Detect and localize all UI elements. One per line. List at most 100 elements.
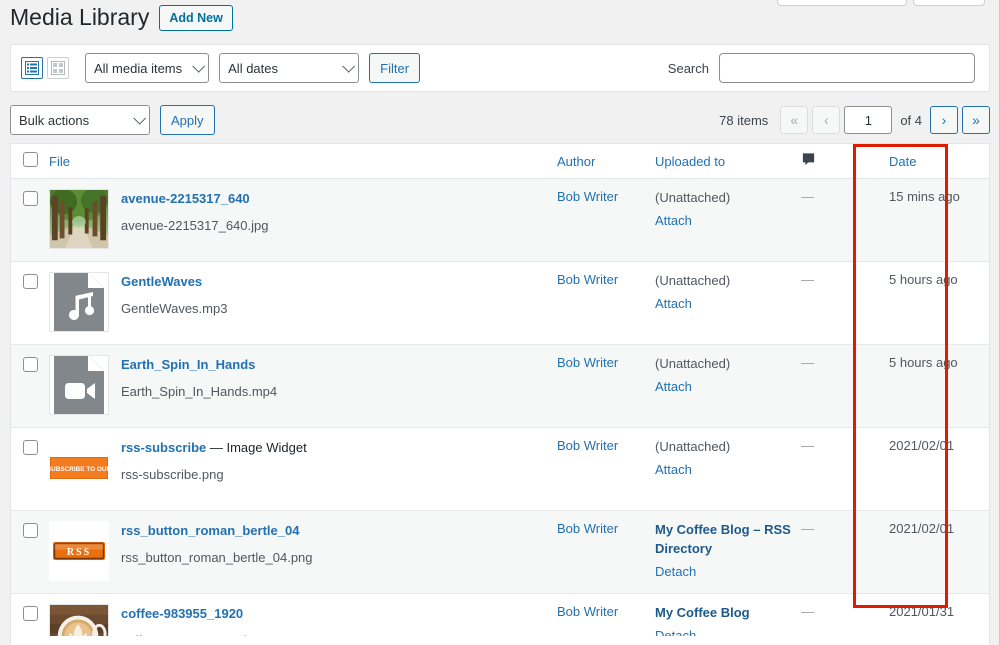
- media-title-link[interactable]: avenue-2215317_640: [121, 190, 268, 208]
- uploaded-to-value: (Unattached): [655, 273, 731, 288]
- row-checkbox[interactable]: [23, 440, 38, 455]
- row-checkbox[interactable]: [23, 274, 38, 289]
- table-row[interactable]: avenue-2215317_640 avenue-2215317_640.jp…: [11, 178, 989, 262]
- author-link[interactable]: Bob Writer: [557, 604, 618, 619]
- column-header-comments[interactable]: [801, 144, 876, 179]
- attach-detach-link[interactable]: Attach: [655, 379, 692, 394]
- author-link[interactable]: Bob Writer: [557, 521, 618, 536]
- file-cell: GentleWaves GentleWaves.mp3: [49, 261, 557, 345]
- date-filter-select[interactable]: All dates: [219, 53, 360, 83]
- media-thumbnail[interactable]: SUBSCRIBE TO OUR: [49, 438, 109, 498]
- page-header: Media Library Add New: [10, 0, 233, 36]
- grid-view-icon: [51, 61, 65, 75]
- comments-cell: —: [801, 344, 876, 428]
- row-select-cell: [11, 344, 49, 428]
- thumbnail-image-avenue: [50, 190, 108, 248]
- media-title-suffix: — Image Widget: [206, 440, 307, 455]
- attach-detach-link[interactable]: Attach: [655, 462, 692, 477]
- uploaded-to-cell: (Unattached) Attach: [655, 344, 801, 428]
- file-cell: RSS rss_button_roman_bertle_04 rss_butto…: [49, 510, 557, 594]
- svg-text:RSS: RSS: [67, 547, 91, 558]
- attach-detach-link[interactable]: Attach: [655, 213, 692, 228]
- row-select-cell: [11, 261, 49, 345]
- next-page-button[interactable]: ›: [930, 106, 958, 134]
- date-cell: 5 hours ago: [876, 261, 989, 345]
- table-row[interactable]: Earth_Spin_In_Hands Earth_Spin_In_Hands.…: [11, 344, 989, 428]
- date-cell: 5 hours ago: [876, 344, 989, 428]
- table-row[interactable]: RSS rss_button_roman_bertle_04 rss_butto…: [11, 510, 989, 594]
- uploaded-to-cell: My Coffee Blog – RSS Directory Detach: [655, 510, 801, 594]
- media-title-link[interactable]: coffee-983955_1920: [121, 605, 261, 623]
- uploaded-to-link[interactable]: My Coffee Blog: [655, 605, 750, 620]
- page-title: Media Library: [10, 4, 150, 31]
- author-link[interactable]: Bob Writer: [557, 438, 618, 453]
- date-cell: 2021/02/01: [876, 427, 989, 511]
- help-tab[interactable]: [913, 0, 985, 6]
- media-title-link[interactable]: GentleWaves: [121, 273, 227, 291]
- column-header-uploaded-to[interactable]: Uploaded to: [655, 144, 801, 179]
- first-page-button[interactable]: «: [780, 106, 809, 134]
- last-page-button[interactable]: »: [962, 106, 990, 134]
- media-title-link[interactable]: Earth_Spin_In_Hands: [121, 356, 277, 374]
- comment-bubble-icon: [802, 153, 815, 166]
- list-view-button[interactable]: [21, 57, 43, 79]
- media-filename: Earth_Spin_In_Hands.mp4: [121, 384, 278, 400]
- row-checkbox[interactable]: [23, 606, 38, 621]
- wordpress-media-library-screen: Media Library Add New All media items Al…: [0, 0, 1000, 645]
- column-header-date[interactable]: Date: [876, 144, 989, 179]
- media-filename: rss_button_roman_bertle_04.png: [121, 550, 313, 566]
- row-select-cell: [11, 178, 49, 262]
- select-all-checkbox[interactable]: [23, 152, 38, 167]
- pagination: 78 items « ‹ of 4 › »: [719, 106, 990, 134]
- table-row[interactable]: SUBSCRIBE TO OUR rss-subscribe — Image W…: [11, 427, 989, 511]
- comments-cell: —: [801, 427, 876, 511]
- media-table-body: avenue-2215317_640 avenue-2215317_640.jp…: [11, 178, 989, 645]
- chevron-down-icon: [342, 59, 356, 73]
- file-cell: avenue-2215317_640 avenue-2215317_640.jp…: [49, 178, 557, 262]
- attach-detach-link[interactable]: Attach: [655, 296, 692, 311]
- attach-detach-link[interactable]: Detach: [655, 564, 696, 579]
- thumbnail-audio-file-icon: [54, 273, 104, 331]
- media-title-link[interactable]: rss_button_roman_bertle_04: [121, 522, 313, 540]
- thumbnail-video-file-icon: [54, 356, 104, 414]
- prev-page-button[interactable]: ‹: [812, 106, 841, 134]
- author-link[interactable]: Bob Writer: [557, 355, 618, 370]
- uploaded-to-value: (Unattached): [655, 356, 731, 371]
- filter-button[interactable]: Filter: [369, 53, 421, 83]
- media-type-filter-select[interactable]: All media items: [85, 53, 210, 83]
- view-mode-switch: [21, 57, 69, 79]
- row-checkbox[interactable]: [23, 523, 38, 538]
- column-header-file[interactable]: File: [49, 144, 557, 179]
- row-checkbox[interactable]: [23, 357, 38, 372]
- media-filename: avenue-2215317_640.jpg: [121, 218, 269, 234]
- table-row[interactable]: GentleWaves GentleWaves.mp3 Bob Writer (…: [11, 261, 989, 345]
- uploaded-to-value: (Unattached): [655, 439, 731, 454]
- date-cell: 15 mins ago: [876, 178, 989, 262]
- bulk-actions-select[interactable]: Bulk actions: [10, 105, 150, 135]
- select-all-header: [11, 144, 49, 179]
- media-thumbnail[interactable]: [49, 272, 109, 332]
- media-title-link[interactable]: rss-subscribe — Image Widget: [121, 439, 307, 457]
- thumbnail-subscribe-banner: SUBSCRIBE TO OUR: [50, 457, 108, 479]
- search-label: Search: [667, 60, 709, 76]
- author-link[interactable]: Bob Writer: [557, 189, 618, 204]
- author-link[interactable]: Bob Writer: [557, 272, 618, 287]
- grid-view-button[interactable]: [47, 57, 69, 79]
- media-thumbnail[interactable]: [49, 355, 109, 415]
- uploaded-to-link[interactable]: My Coffee Blog – RSS Directory: [655, 522, 791, 556]
- screen-options-tab[interactable]: [777, 0, 907, 6]
- bulk-actions-row: Bulk actions Apply 78 items « ‹ of 4 › »: [10, 103, 990, 137]
- apply-button[interactable]: Apply: [160, 105, 215, 135]
- media-thumbnail[interactable]: RSS: [49, 521, 109, 581]
- media-thumbnail[interactable]: [49, 189, 109, 249]
- column-header-author[interactable]: Author: [557, 144, 655, 179]
- author-cell: Bob Writer: [557, 178, 655, 262]
- comments-cell: —: [801, 510, 876, 594]
- row-checkbox[interactable]: [23, 191, 38, 206]
- total-pages-label: of 4: [900, 112, 922, 128]
- add-new-button[interactable]: Add New: [159, 5, 233, 31]
- search-input[interactable]: [719, 53, 975, 83]
- thumbnail-rss-button: RSS: [52, 540, 106, 562]
- current-page-input[interactable]: [844, 106, 893, 134]
- media-filename: rss-subscribe.png: [121, 467, 224, 483]
